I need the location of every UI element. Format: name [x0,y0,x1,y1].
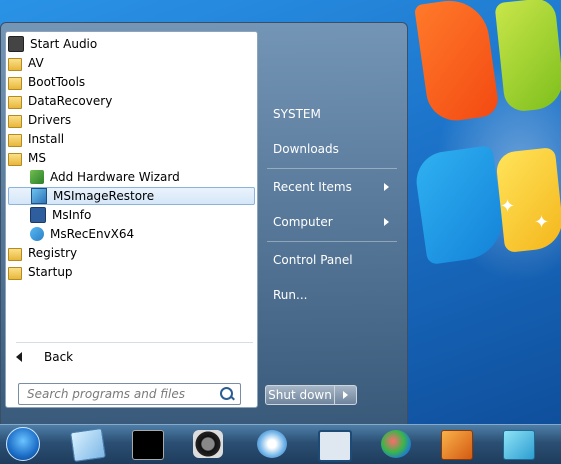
folder-icon [8,114,22,128]
right-item-downloads[interactable]: Downloads [273,138,399,160]
program-label: AV [28,56,44,70]
search-icon[interactable] [218,385,236,403]
back-arrow-icon [16,352,22,362]
program-item-msrecenvx64[interactable]: MsRecEnvX64 [8,225,255,243]
network-diagram-icon[interactable] [318,430,352,462]
submenu-arrow-icon [384,183,389,191]
shutdown-options-button[interactable] [335,385,357,405]
program-label: DataRecovery [28,94,113,108]
program-item-msinfo[interactable]: MsInfo [8,206,255,224]
program-label: BootTools [28,75,86,89]
program-folder-startup[interactable]: Startup [8,263,255,281]
right-item-system[interactable]: SYSTEM [273,103,399,125]
program-label: Install [28,132,65,146]
program-label: MsInfo [52,208,92,222]
program-label: MS [28,151,46,165]
command-prompt-icon[interactable] [132,430,164,460]
right-item-label: SYSTEM [273,107,321,121]
divider [16,342,253,343]
right-item-label: Computer [273,215,333,229]
chevron-right-icon [343,391,348,399]
right-item-label: Control Panel [273,253,353,267]
shutdown-label: Shut down [268,388,332,402]
folder-icon [8,247,22,261]
msinfo-icon [30,207,46,223]
right-item-run[interactable]: Run... [273,284,399,306]
program-folder-install[interactable]: Install [8,130,255,148]
shutdown-button[interactable]: Shut down [265,385,335,405]
program-item-add-hardware-wizard[interactable]: Add Hardware Wizard [8,168,255,186]
right-item-control-panel[interactable]: Control Panel [273,249,399,271]
sync-icon[interactable] [503,430,535,460]
right-item-label: Run... [273,288,308,302]
windows-flag-blue-pane [412,144,508,266]
divider [267,241,397,242]
folder-icon [8,76,22,90]
paint-icon[interactable] [381,430,411,458]
program-label: Start Audio [30,37,98,51]
folder-icon [8,133,22,147]
programs-pane: Start Audio AV BootTools DataRecovery Dr… [5,31,258,408]
program-folder-ms[interactable]: MS [8,149,255,167]
right-item-recent-items[interactable]: Recent Items [273,176,399,198]
program-folder-datarecovery[interactable]: DataRecovery [8,92,255,110]
program-label: Add Hardware Wizard [50,170,180,184]
speaker-icon [8,36,24,52]
right-item-computer[interactable]: Computer [273,211,399,233]
sparkle-icon: ✦ [534,212,550,233]
taskbar [0,424,561,464]
image-restore-icon [31,188,47,204]
program-item-start-audio[interactable]: Start Audio [8,35,255,53]
windows-flag-red-pane [413,0,501,125]
program-folder-drivers[interactable]: Drivers [8,111,255,129]
program-folder-boottools[interactable]: BootTools [8,73,255,91]
program-label: Drivers [28,113,72,127]
back-label: Back [44,350,74,364]
windows-flag-green-pane [494,0,561,113]
folder-icon [8,57,22,71]
search-input[interactable] [19,386,218,402]
program-label: MSImageRestore [53,189,155,203]
back-button[interactable]: Back [16,348,73,366]
start-orb-icon[interactable] [6,427,40,461]
right-item-label: Downloads [273,142,339,156]
camera-icon[interactable] [193,430,223,458]
folder-icon [8,266,22,280]
program-folder-av[interactable]: AV [8,54,255,72]
program-label: Startup [28,265,73,279]
wizard-icon [30,170,44,184]
program-label: Registry [28,246,78,260]
start-menu: Start Audio AV BootTools DataRecovery Dr… [0,22,408,425]
notepad-icon[interactable] [70,427,106,463]
recovery-env-icon [30,227,44,241]
divider [267,168,397,169]
submenu-arrow-icon [384,218,389,226]
qt-icon[interactable] [257,430,287,458]
program-item-msimagerestore[interactable]: MSImageRestore [8,187,255,205]
folder-icon [8,95,22,109]
program-label: MsRecEnvX64 [50,227,135,241]
folder-icon [8,152,22,166]
search-box[interactable] [18,383,241,405]
program-folder-registry[interactable]: Registry [8,244,255,262]
far-manager-icon[interactable] [441,430,473,460]
sparkle-icon: ✦ [500,196,516,217]
right-item-label: Recent Items [273,180,352,194]
